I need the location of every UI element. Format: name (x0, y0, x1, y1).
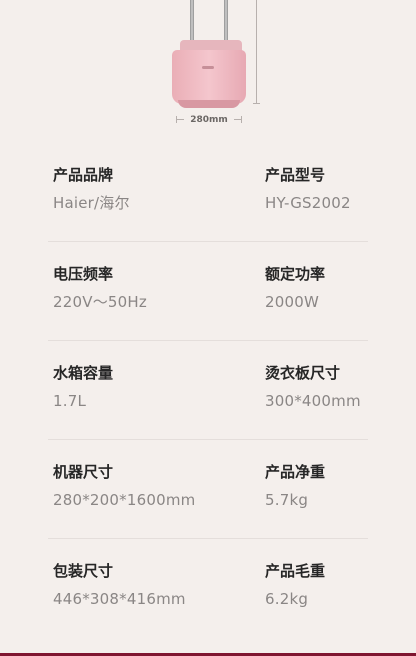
spec-row: 机器尺寸 280*200*1600mm 产品净重 5.7kg (0, 441, 416, 540)
spec-row: 水箱容量 1.7L 烫衣板尺寸 300*400mm (0, 342, 416, 441)
spec-model: 产品型号 HY-GS2002 (265, 164, 351, 213)
spec-board-size: 烫衣板尺寸 300*400mm (265, 362, 361, 411)
brand-logo (202, 66, 214, 69)
height-dimension-line (253, 0, 260, 104)
spec-power: 额定功率 2000W (265, 263, 325, 312)
spec-brand: 产品品牌 Haier/海尔 (53, 164, 130, 213)
row-divider (48, 241, 368, 242)
width-dimension: 280mm (176, 113, 242, 127)
spec-label: 电压频率 (53, 265, 114, 283)
row-divider (48, 340, 368, 341)
row-divider (48, 538, 368, 539)
spec-label: 机器尺寸 (53, 463, 114, 481)
spec-row: 电压频率 220V～50Hz 额定功率 2000W (0, 243, 416, 342)
spec-table: 产品品牌 Haier/海尔 产品型号 HY-GS2002 电压频率 220V～5… (0, 144, 416, 639)
spec-label: 水箱容量 (53, 364, 114, 382)
spec-label: 额定功率 (265, 265, 326, 283)
spec-value: 5.7kg (265, 491, 309, 509)
width-dimension-label: 280mm (190, 115, 228, 125)
spec-value: 2000W (265, 293, 320, 311)
spec-value: 446*308*416mm (53, 590, 186, 608)
spec-row: 产品品牌 Haier/海尔 产品型号 HY-GS2002 (0, 144, 416, 243)
spec-label: 产品净重 (265, 463, 326, 481)
spec-value: 300*400mm (265, 392, 361, 410)
spec-label: 产品型号 (265, 166, 326, 184)
spec-label: 烫衣板尺寸 (265, 364, 341, 382)
spec-net-weight: 产品净重 5.7kg (265, 461, 325, 510)
water-tank (172, 50, 246, 104)
product-image: 280mm (0, 0, 416, 130)
spec-label: 产品品牌 (53, 166, 114, 184)
spec-tank-capacity: 水箱容量 1.7L (53, 362, 113, 411)
spec-value: 6.2kg (265, 590, 309, 608)
spec-label: 产品毛重 (265, 562, 326, 580)
spec-machine-size: 机器尺寸 280*200*1600mm (53, 461, 195, 510)
spec-value: 1.7L (53, 392, 87, 410)
spec-row: 包装尺寸 446*308*416mm 产品毛重 6.2kg (0, 540, 416, 639)
spec-value: 280*200*1600mm (53, 491, 196, 509)
spec-package-size: 包装尺寸 446*308*416mm (53, 560, 186, 609)
row-divider (48, 439, 368, 440)
spec-gross-weight: 产品毛重 6.2kg (265, 560, 325, 609)
spec-label: 包装尺寸 (53, 562, 114, 580)
spec-voltage: 电压频率 220V～50Hz (53, 263, 147, 312)
steamer-base (178, 100, 240, 108)
spec-value: Haier/海尔 (53, 194, 130, 212)
spec-value: 220V～50Hz (53, 293, 147, 311)
spec-value: HY-GS2002 (265, 194, 351, 212)
